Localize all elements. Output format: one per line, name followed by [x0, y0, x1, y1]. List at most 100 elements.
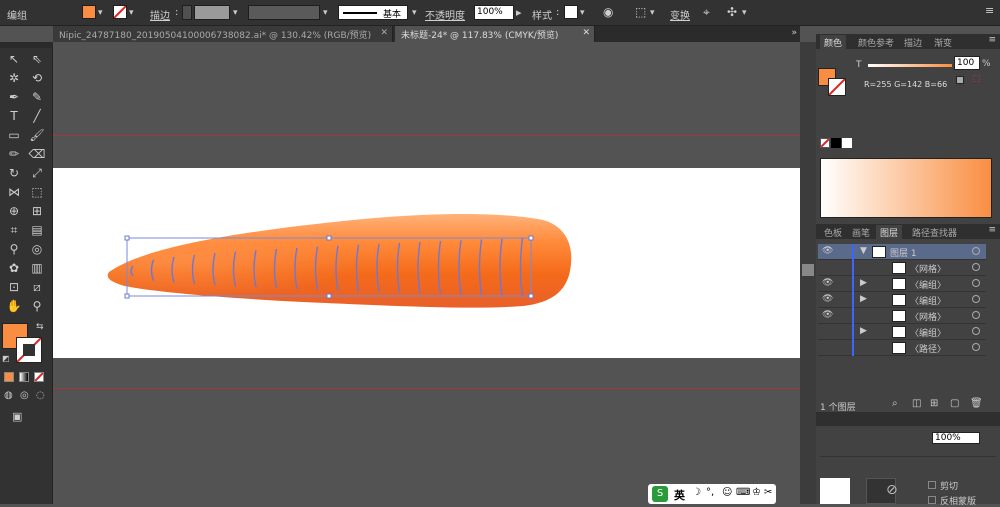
- pen-icon[interactable]: ✒: [3, 88, 25, 107]
- mask-thumbnail[interactable]: [820, 478, 850, 504]
- type-icon[interactable]: T: [3, 107, 25, 126]
- visibility-eye-icon[interactable]: [822, 342, 836, 354]
- layer-row[interactable]: 〈网格〉: [818, 260, 986, 276]
- visibility-eye-icon[interactable]: [822, 326, 836, 338]
- handle-bottom-left[interactable]: [124, 293, 130, 299]
- close-icon[interactable]: ✕: [380, 28, 388, 38]
- color-spectrum[interactable]: [820, 158, 992, 218]
- stroke-dropdown-icon[interactable]: ▾: [129, 8, 134, 18]
- sogou-logo-icon[interactable]: S: [652, 486, 668, 502]
- align-icon[interactable]: ⬚: [635, 5, 646, 19]
- panel-menu-icon[interactable]: ≡: [985, 4, 994, 17]
- tabs-overflow-icon[interactable]: »: [791, 28, 797, 38]
- hand-icon[interactable]: ✋: [3, 297, 25, 316]
- perspective-icon[interactable]: ⊞: [26, 202, 48, 221]
- make-clipping-mask-icon[interactable]: ◫: [912, 398, 921, 409]
- layer-row[interactable]: 👁 ▶ 〈编组〉: [818, 292, 986, 308]
- target-icon[interactable]: [972, 247, 980, 255]
- emoji-icon[interactable]: ☺: [722, 487, 732, 498]
- carrot-artwork[interactable]: [53, 168, 800, 358]
- new-layer-icon[interactable]: ▢: [950, 398, 959, 409]
- recolor-artwork-icon[interactable]: ◉: [603, 5, 613, 19]
- tint-slider-track[interactable]: [868, 64, 952, 67]
- tab-layers[interactable]: 图层: [876, 225, 903, 240]
- stroke-swatch[interactable]: [113, 5, 127, 19]
- variable-width-profile[interactable]: [248, 5, 320, 20]
- paintbrush-icon[interactable]: 🖌: [26, 126, 48, 145]
- rectangle-icon[interactable]: ▭: [3, 126, 25, 145]
- panel-menu-icon[interactable]: ≡: [988, 225, 996, 235]
- zoom-icon[interactable]: ⚲: [26, 297, 48, 316]
- canvas-area[interactable]: [53, 42, 800, 504]
- panel-menu-icon[interactable]: ≡: [988, 35, 996, 45]
- pencil-icon[interactable]: ✏: [3, 145, 25, 164]
- skin-icon[interactable]: ♔: [752, 487, 761, 498]
- target-icon[interactable]: [972, 263, 980, 271]
- arrange-icon[interactable]: ✣: [727, 5, 737, 19]
- layer-row[interactable]: 👁 ▼ 图层 1: [818, 244, 986, 260]
- brush-dropdown-icon[interactable]: ▾: [412, 8, 417, 18]
- draw-normal-icon[interactable]: ◍: [4, 390, 13, 401]
- keyboard-icon[interactable]: ⌨: [736, 487, 750, 498]
- expand-arrow-icon[interactable]: ▶: [860, 326, 867, 336]
- draw-behind-icon[interactable]: ◎: [20, 390, 29, 401]
- stroke-weight-input[interactable]: [194, 5, 230, 20]
- align-dropdown-icon[interactable]: ▾: [650, 8, 655, 18]
- visibility-eye-icon[interactable]: 👁: [822, 310, 836, 322]
- opacity-slider-icon[interactable]: ▸: [516, 6, 522, 19]
- brush-definition[interactable]: 基本: [338, 5, 408, 20]
- screen-mode-icon[interactable]: ▣: [12, 410, 22, 423]
- visibility-eye-icon[interactable]: 👁: [822, 278, 836, 290]
- mesh-icon[interactable]: ⌗: [3, 221, 25, 240]
- tab-nipic-document[interactable]: Nipic_24787180_20190504100006738082.ai* …: [53, 26, 393, 42]
- tools-icon[interactable]: ✂: [764, 487, 772, 498]
- white-swatch[interactable]: [842, 138, 852, 148]
- width-icon[interactable]: ⋈: [3, 183, 25, 202]
- none-color-icon[interactable]: [820, 138, 830, 148]
- slice-icon[interactable]: ⧄: [26, 278, 48, 297]
- target-icon[interactable]: [972, 327, 980, 335]
- color-panel-stroke-swatch[interactable]: [828, 78, 846, 96]
- locate-object-icon[interactable]: ⌕: [892, 398, 898, 409]
- symbol-sprayer-icon[interactable]: ✿: [3, 259, 25, 278]
- new-sublayer-icon[interactable]: ⊞: [930, 398, 938, 409]
- magic-wand-icon[interactable]: ✲: [3, 69, 25, 88]
- selection-icon[interactable]: ↖: [3, 50, 25, 69]
- target-icon[interactable]: [972, 343, 980, 351]
- draw-inside-icon[interactable]: ◌: [36, 390, 45, 401]
- none-mode-icon[interactable]: [34, 372, 44, 382]
- handle-top-middle[interactable]: [326, 235, 332, 241]
- tab-untitled-24[interactable]: 未标题-24* @ 117.83% (CMYK/预览) ✕: [395, 26, 595, 42]
- close-icon[interactable]: ✕: [582, 28, 590, 38]
- expand-arrow-icon[interactable]: ▶: [860, 278, 867, 288]
- fill-swatch[interactable]: [82, 5, 96, 19]
- handle-top-left[interactable]: [124, 235, 130, 241]
- target-icon[interactable]: [972, 311, 980, 319]
- half-width-icon[interactable]: ☽: [692, 487, 701, 498]
- default-colors-icon[interactable]: ◩: [2, 354, 10, 363]
- rotate-icon[interactable]: ↻: [3, 164, 25, 183]
- stroke-weight-dropdown-icon[interactable]: ▾: [233, 8, 238, 18]
- tab-gradient[interactable]: 渐变: [930, 35, 956, 50]
- tab-stroke[interactable]: 描边: [900, 35, 926, 50]
- tab-color-guide[interactable]: 颜色参考: [854, 35, 898, 50]
- vertical-scrollbar[interactable]: [800, 42, 816, 504]
- tab-swatches[interactable]: 色板: [820, 225, 846, 240]
- blend-icon[interactable]: ◎: [26, 240, 48, 259]
- visibility-eye-icon[interactable]: 👁: [822, 294, 836, 306]
- swap-colors-icon[interactable]: ⇆: [36, 322, 44, 332]
- punctuation-icon[interactable]: °,: [706, 487, 714, 498]
- web-safe-warning-icon[interactable]: ⬚: [972, 74, 981, 84]
- clip-checkbox[interactable]: [928, 481, 936, 489]
- transparency-opacity-input[interactable]: 100%: [932, 432, 980, 444]
- profile-dropdown-icon[interactable]: ▾: [323, 8, 328, 18]
- eyedropper-icon[interactable]: ⚲: [3, 240, 25, 259]
- tab-color[interactable]: 颜色: [820, 35, 847, 50]
- visibility-eye-icon[interactable]: 👁: [822, 246, 836, 258]
- black-swatch[interactable]: [831, 138, 841, 148]
- tint-input[interactable]: 100: [954, 56, 980, 70]
- layer-row[interactable]: 👁 〈网格〉: [818, 308, 986, 324]
- layer-row[interactable]: 〈路径〉: [818, 340, 986, 356]
- tab-brushes[interactable]: 画笔: [848, 225, 874, 240]
- column-graph-icon[interactable]: ▥: [26, 259, 48, 278]
